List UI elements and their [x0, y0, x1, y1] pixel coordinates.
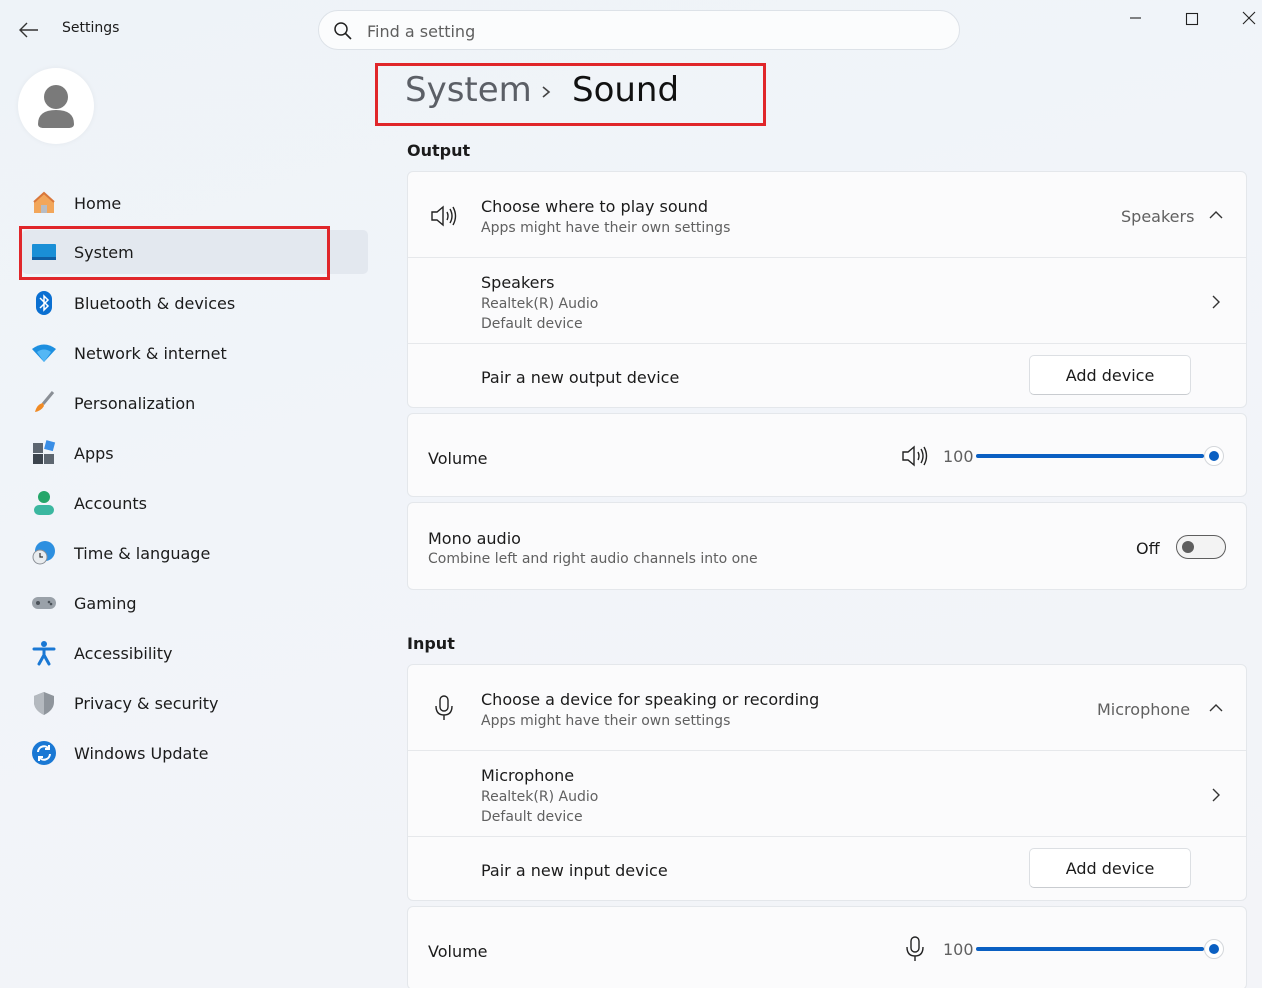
- sidebar-item-accounts[interactable]: Accounts: [22, 481, 368, 525]
- input-device-name: Microphone: [481, 766, 575, 785]
- input-volume-label: Volume: [428, 942, 488, 961]
- gamepad-icon: [30, 589, 58, 617]
- chevron-up-icon[interactable]: [1208, 700, 1224, 716]
- choose-output-title: Choose where to play sound: [481, 197, 709, 216]
- apps-icon: [30, 439, 58, 467]
- minimize-icon[interactable]: [1117, 6, 1153, 32]
- output-device-driver: Realtek(R) Audio: [481, 296, 599, 312]
- input-device-driver: Realtek(R) Audio: [481, 789, 599, 805]
- mono-audio-state: Off: [1136, 539, 1160, 558]
- pair-input-label: Pair a new input device: [481, 861, 668, 880]
- output-device-card: Choose where to play sound Apps might ha…: [407, 171, 1247, 408]
- sidebar-item-network[interactable]: Network & internet: [22, 331, 368, 375]
- home-icon: [30, 189, 58, 217]
- accessibility-icon: [30, 639, 58, 667]
- speaker-icon: [431, 205, 457, 227]
- microphone-icon: [435, 695, 453, 720]
- choose-input-row[interactable]: Choose a device for speaking or recordin…: [408, 665, 1246, 751]
- page-title: Sound: [572, 70, 680, 110]
- mono-audio-subtitle: Combine left and right audio channels in…: [428, 551, 758, 567]
- selection-highlight: [19, 226, 330, 280]
- chevron-right-icon: [1212, 295, 1220, 309]
- add-input-device-button[interactable]: Add device: [1029, 848, 1191, 888]
- accounts-icon: [30, 489, 58, 517]
- choose-output-subtitle: Apps might have their own settings: [481, 220, 731, 236]
- input-volume-thumb[interactable]: [1204, 939, 1224, 959]
- input-volume-slider[interactable]: [976, 947, 1204, 951]
- input-volume-value: 100: [943, 940, 974, 959]
- sidebar-item-apps[interactable]: Apps: [22, 431, 368, 475]
- output-device-name: Speakers: [481, 273, 555, 292]
- sidebar-item-windows-update[interactable]: Windows Update: [22, 731, 368, 775]
- sidebar-item-home[interactable]: Home: [22, 181, 368, 225]
- sidebar-item-label: Bluetooth & devices: [74, 293, 236, 313]
- microphone-icon[interactable]: [904, 935, 926, 963]
- breadcrumb-parent[interactable]: System: [405, 70, 532, 110]
- sidebar-item-label: Accessibility: [74, 643, 173, 663]
- sidebar-item-label: Windows Update: [74, 743, 209, 763]
- pair-output-label: Pair a new output device: [481, 368, 680, 387]
- section-title-input: Input: [407, 634, 455, 653]
- sidebar-item-label: Accounts: [74, 493, 147, 513]
- add-output-device-button[interactable]: Add device: [1029, 355, 1191, 395]
- mono-audio-card: Mono audio Combine left and right audio …: [407, 502, 1247, 590]
- input-device-row[interactable]: Microphone Realtek(R) Audio Default devi…: [408, 750, 1246, 837]
- choose-input-title: Choose a device for speaking or recordin…: [481, 690, 820, 709]
- sidebar-item-label: Privacy & security: [74, 693, 219, 713]
- selected-input-value: Microphone: [1097, 700, 1191, 719]
- sidebar-item-privacy[interactable]: Privacy & security: [22, 681, 368, 725]
- shield-icon: [30, 689, 58, 717]
- sidebar-item-label: Apps: [74, 443, 114, 463]
- clock-globe-icon: [30, 539, 58, 567]
- avatar[interactable]: [18, 68, 94, 144]
- sidebar-item-personalization[interactable]: Personalization: [22, 381, 368, 425]
- bluetooth-icon: [30, 289, 58, 317]
- mono-audio-toggle[interactable]: [1176, 535, 1226, 559]
- output-volume-value: 100: [943, 447, 974, 466]
- output-volume-thumb[interactable]: [1204, 446, 1224, 466]
- selected-output-value: Speakers: [1121, 207, 1195, 226]
- mono-audio-title: Mono audio: [428, 529, 521, 548]
- input-device-status: Default device: [481, 809, 583, 825]
- pair-output-row: Pair a new output device Add device: [408, 343, 1246, 407]
- sidebar-item-label: Personalization: [74, 393, 196, 413]
- sidebar-item-accessibility[interactable]: Accessibility: [22, 631, 368, 675]
- input-volume-card: Volume 100: [407, 906, 1247, 988]
- paintbrush-icon: [30, 389, 58, 417]
- maximize-icon[interactable]: [1174, 6, 1210, 32]
- chevron-up-icon[interactable]: [1208, 207, 1224, 223]
- sidebar-item-gaming[interactable]: Gaming: [22, 581, 368, 625]
- search-box[interactable]: [318, 10, 960, 50]
- app-title: Settings: [62, 20, 120, 36]
- back-arrow-icon[interactable]: [18, 20, 40, 40]
- output-volume-card: Volume 100: [407, 413, 1247, 497]
- user-icon: [38, 85, 74, 128]
- sidebar-item-bluetooth[interactable]: Bluetooth & devices: [22, 281, 368, 325]
- close-icon[interactable]: [1231, 6, 1262, 32]
- output-volume-label: Volume: [428, 449, 488, 468]
- sidebar-item-label: Time & language: [74, 543, 211, 563]
- sidebar-item-label: Home: [74, 193, 122, 213]
- search-icon: [334, 22, 352, 40]
- output-volume-slider[interactable]: [976, 454, 1204, 458]
- output-device-status: Default device: [481, 316, 583, 332]
- update-icon: [30, 739, 58, 767]
- chevron-right-icon: [542, 86, 551, 98]
- choose-input-subtitle: Apps might have their own settings: [481, 713, 731, 729]
- sidebar-item-time-language[interactable]: Time & language: [22, 531, 368, 575]
- sidebar-item-label: Gaming: [74, 593, 137, 613]
- section-title-output: Output: [407, 141, 471, 160]
- sidebar-item-label: Network & internet: [74, 343, 227, 363]
- pair-input-row: Pair a new input device Add device: [408, 836, 1246, 900]
- search-input[interactable]: [367, 19, 927, 43]
- wifi-icon: [30, 339, 58, 367]
- choose-output-row[interactable]: Choose where to play sound Apps might ha…: [408, 172, 1246, 258]
- speaker-icon[interactable]: [901, 444, 929, 468]
- input-device-card: Choose a device for speaking or recordin…: [407, 664, 1247, 901]
- chevron-right-icon: [1212, 788, 1220, 802]
- output-device-row[interactable]: Speakers Realtek(R) Audio Default device: [408, 257, 1246, 344]
